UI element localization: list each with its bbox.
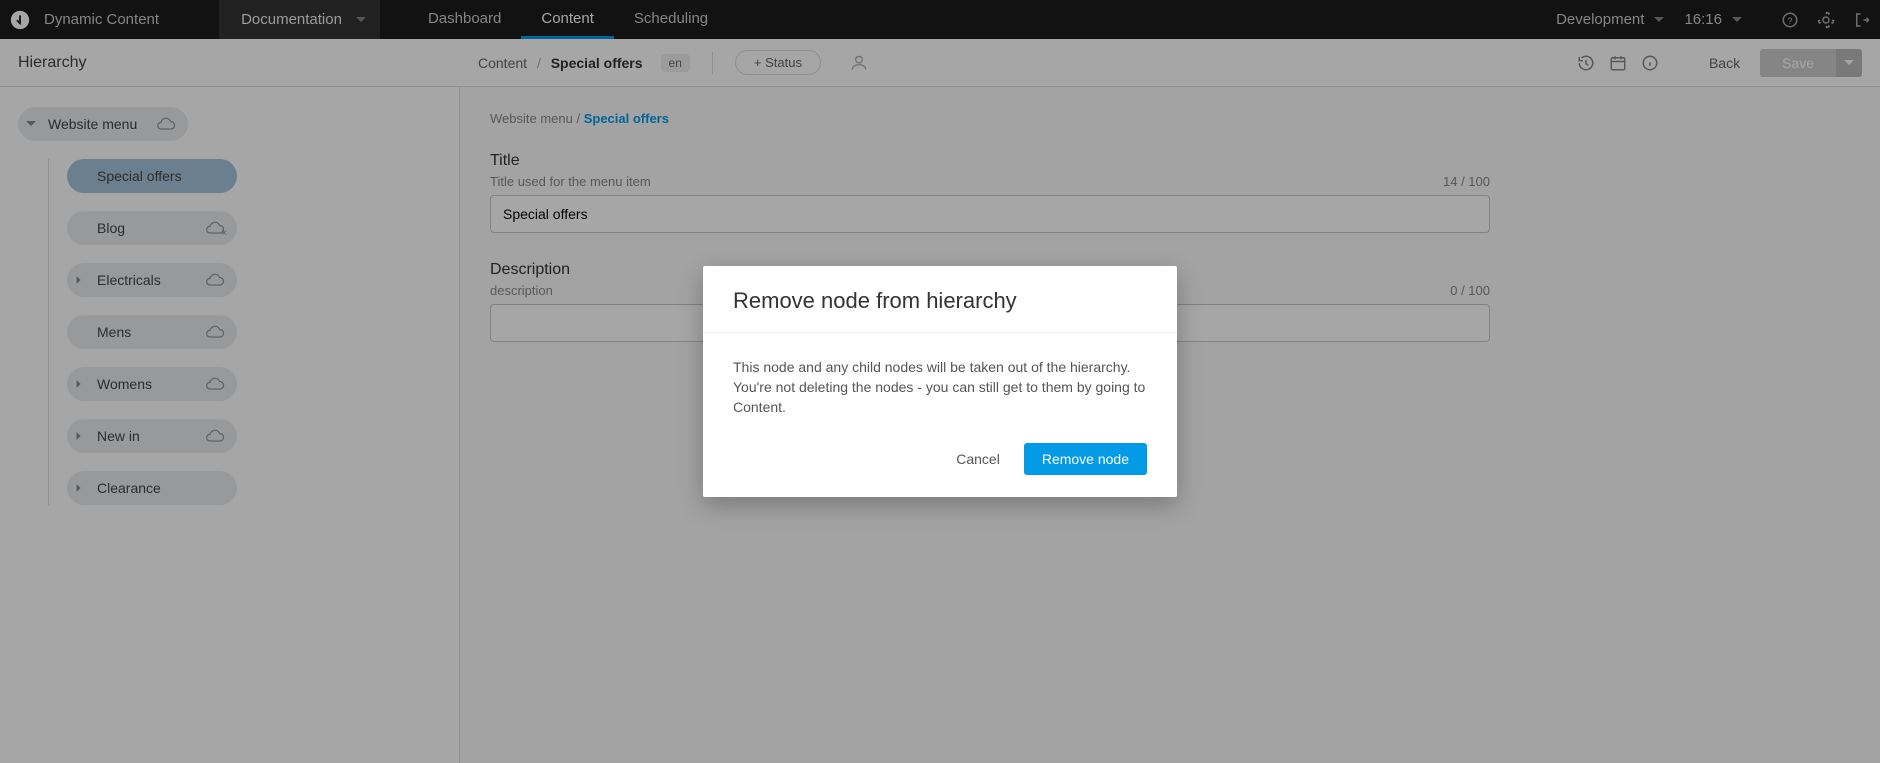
modal-footer: Cancel Remove node [703,425,1177,497]
modal-body-text: This node and any child nodes will be ta… [703,333,1177,426]
cancel-button[interactable]: Cancel [946,443,1010,475]
remove-node-button[interactable]: Remove node [1024,443,1147,475]
remove-node-modal: Remove node from hierarchy This node and… [703,266,1177,498]
modal-scrim[interactable]: Remove node from hierarchy This node and… [0,0,1880,763]
modal-title: Remove node from hierarchy [703,266,1177,333]
